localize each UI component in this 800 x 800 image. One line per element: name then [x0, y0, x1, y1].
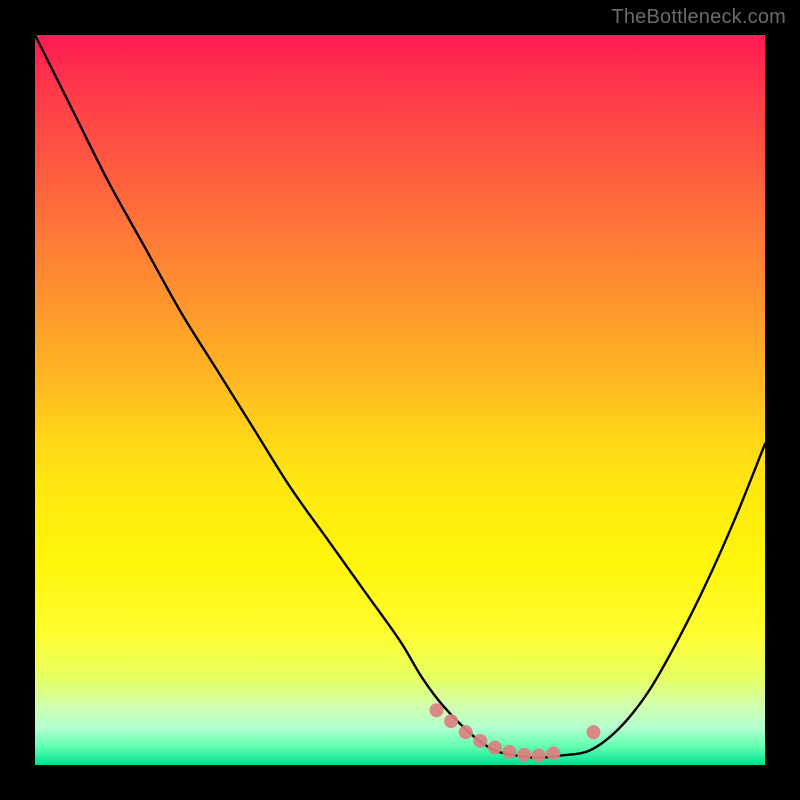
marker-dot — [517, 748, 531, 762]
marker-dot — [430, 703, 444, 717]
bottleneck-curve — [35, 35, 765, 758]
marker-dot — [586, 725, 600, 739]
marker-dot — [444, 714, 458, 728]
curve-layer — [35, 35, 765, 765]
marker-dot — [459, 725, 473, 739]
marker-dot — [488, 740, 502, 754]
watermark-text: TheBottleneck.com — [611, 6, 786, 29]
plot-area — [35, 35, 765, 765]
marker-dot — [473, 734, 487, 748]
chart-frame: TheBottleneck.com — [0, 0, 800, 800]
marker-dot — [503, 745, 517, 759]
marker-dot — [532, 749, 546, 763]
marker-dot — [546, 746, 560, 760]
